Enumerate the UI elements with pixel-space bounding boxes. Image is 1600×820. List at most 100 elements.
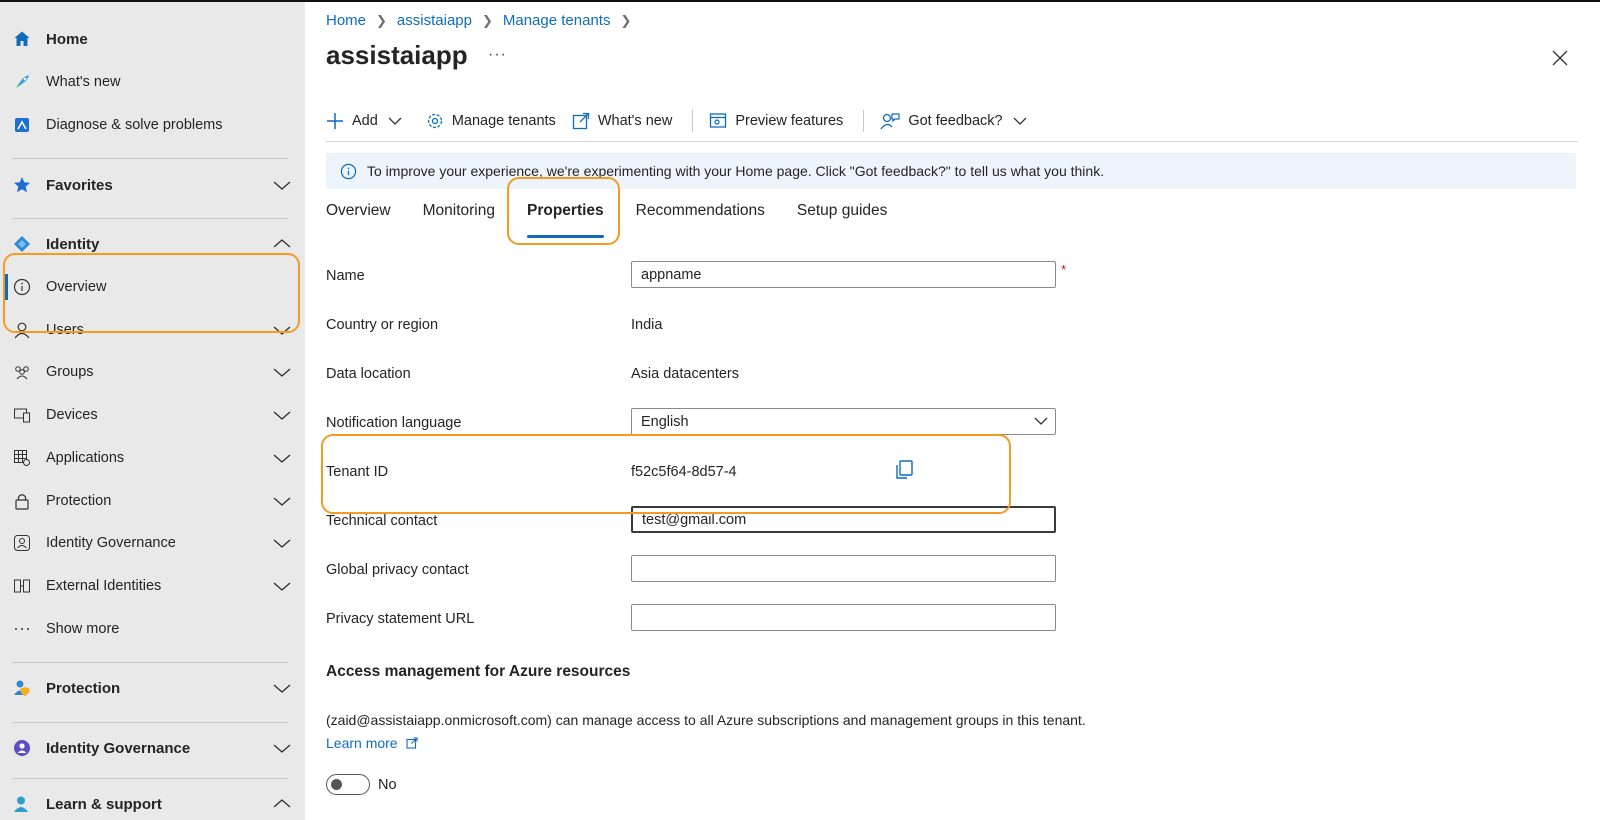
toolbar-divider xyxy=(326,141,1578,142)
sidebar-item-overview[interactable]: Overview xyxy=(0,267,305,307)
got-feedback-label: Got feedback? xyxy=(908,113,1003,129)
breadcrumb: Home ❯ assistaiapp ❯ Manage tenants ❯ xyxy=(326,12,641,29)
breadcrumb-tenant[interactable]: assistaiapp xyxy=(397,12,472,29)
breadcrumb-home[interactable]: Home xyxy=(326,12,366,29)
diagnose-icon xyxy=(13,116,31,134)
sidebar-item-groups[interactable]: Groups xyxy=(0,352,305,392)
left-navigation: Home What's new Diagnose & solve problem… xyxy=(0,2,305,820)
sidebar-item-label: Home xyxy=(46,30,88,48)
whats-new-label: What's new xyxy=(597,113,673,129)
home-icon xyxy=(13,30,31,48)
chevron-down-icon xyxy=(273,582,291,591)
sidebar-divider xyxy=(12,158,288,159)
sidebar-divider xyxy=(12,218,288,219)
breadcrumb-manage-tenants[interactable]: Manage tenants xyxy=(503,12,611,29)
sidebar-section-learn-support[interactable]: Learn & support xyxy=(0,784,305,820)
toggle-knob xyxy=(331,779,342,790)
global-privacy-input[interactable] xyxy=(631,555,1056,582)
sidebar-item-protection[interactable]: Protection xyxy=(0,481,305,521)
got-feedback-button[interactable]: Got feedback? xyxy=(880,106,1034,136)
identity-diamond-icon xyxy=(13,235,31,253)
notification-language-select[interactable]: English xyxy=(631,408,1056,435)
sidebar-item-label: Favorites xyxy=(46,176,113,194)
preview-features-label: Preview features xyxy=(735,113,844,129)
toolbar-separator xyxy=(863,110,865,132)
external-identities-icon xyxy=(13,577,31,595)
sidebar-item-label: Protection xyxy=(46,679,121,697)
data-location-value: Asia datacenters xyxy=(631,366,740,382)
chevron-down-icon xyxy=(1013,117,1027,125)
tenant-id-value: f52c5f64-8d57-4 xyxy=(631,464,737,480)
chevron-right-icon: ❯ xyxy=(481,12,493,28)
learn-more-link[interactable]: Learn more xyxy=(326,735,418,751)
chevron-down-icon xyxy=(273,368,291,377)
identity-governance-icon xyxy=(13,739,31,757)
chevron-down-icon xyxy=(273,181,291,190)
lock-icon xyxy=(13,492,31,510)
tenant-id-label: Tenant ID xyxy=(326,464,389,480)
sidebar-item-diagnose[interactable]: Diagnose & solve problems xyxy=(0,105,305,145)
privacy-url-input[interactable] xyxy=(631,604,1056,631)
sidebar-item-external-identities[interactable]: External Identities xyxy=(0,566,305,606)
manage-tenants-button[interactable]: Manage tenants xyxy=(426,106,556,136)
sidebar-item-applications[interactable]: Applications xyxy=(0,438,305,478)
sidebar-item-identity-governance[interactable]: Identity Governance xyxy=(0,523,305,563)
sidebar-item-users[interactable]: Users xyxy=(0,310,305,350)
privacy-url-label: Privacy statement URL xyxy=(326,611,475,627)
ellipsis-icon xyxy=(13,620,31,638)
sidebar-section-favorites[interactable]: Favorites xyxy=(0,165,305,205)
tab-properties[interactable]: Properties xyxy=(526,196,604,238)
star-icon xyxy=(13,176,31,194)
access-management-toggle[interactable] xyxy=(326,774,370,795)
add-button[interactable]: Add xyxy=(326,106,410,136)
plus-icon xyxy=(327,113,343,129)
applications-grid-icon xyxy=(13,449,31,467)
sidebar-item-label: Applications xyxy=(46,450,125,466)
tab-overview[interactable]: Overview xyxy=(326,196,391,232)
sidebar-item-whats-new[interactable]: What's new xyxy=(0,62,305,102)
technical-contact-input[interactable]: test@gmail.com xyxy=(631,506,1056,533)
sidebar-item-devices[interactable]: Devices xyxy=(0,395,305,435)
sidebar-item-show-more[interactable]: Show more xyxy=(0,609,305,649)
copy-icon[interactable] xyxy=(895,460,913,480)
sidebar-item-label: Show more xyxy=(46,621,120,637)
devices-icon xyxy=(13,406,31,424)
chevron-down-icon xyxy=(388,117,402,125)
gear-icon xyxy=(427,113,442,129)
user-shield-icon xyxy=(13,679,31,697)
info-icon xyxy=(340,163,357,180)
chevron-down-icon xyxy=(273,684,291,693)
feedback-icon xyxy=(880,113,900,130)
sidebar-item-label: Learn & support xyxy=(46,795,162,813)
tab-setup-guides[interactable]: Setup guides xyxy=(797,196,888,232)
tab-list: Overview Monitoring Properties Recommend… xyxy=(326,196,919,238)
chevron-down-icon xyxy=(1034,417,1048,425)
sidebar-section-protection[interactable]: Protection xyxy=(0,668,305,708)
chevron-down-icon xyxy=(273,497,291,506)
rocket-icon xyxy=(13,73,31,91)
command-bar: Add Manage tenants What's new Preview fe… xyxy=(326,106,1051,136)
whats-new-button[interactable]: What's new xyxy=(572,106,673,136)
sidebar-divider xyxy=(12,778,288,779)
chevron-up-icon xyxy=(273,239,291,248)
more-options-button[interactable]: ··· xyxy=(488,46,507,64)
notification-language-value: English xyxy=(641,413,689,430)
tab-recommendations[interactable]: Recommendations xyxy=(636,196,765,232)
sidebar-item-label: Users xyxy=(46,322,84,338)
sidebar-divider xyxy=(12,662,288,663)
sidebar-section-identity[interactable]: Identity xyxy=(0,224,305,264)
tab-monitoring[interactable]: Monitoring xyxy=(423,196,495,232)
global-privacy-label: Global privacy contact xyxy=(326,562,469,578)
close-icon[interactable] xyxy=(1552,50,1568,66)
technical-contact-label: Technical contact xyxy=(326,513,438,529)
user-icon xyxy=(13,321,31,339)
name-input[interactable]: appname xyxy=(631,261,1056,288)
sidebar-divider xyxy=(12,722,288,723)
learn-support-icon xyxy=(13,795,31,813)
learn-more-label: Learn more xyxy=(326,735,398,751)
access-management-title: Access management for Azure resources xyxy=(326,663,631,680)
preview-features-button[interactable]: Preview features xyxy=(709,106,843,136)
sidebar-section-identity-governance[interactable]: Identity Governance xyxy=(0,728,305,768)
sidebar-item-home[interactable]: Home xyxy=(0,19,305,59)
chevron-down-icon xyxy=(273,539,291,548)
